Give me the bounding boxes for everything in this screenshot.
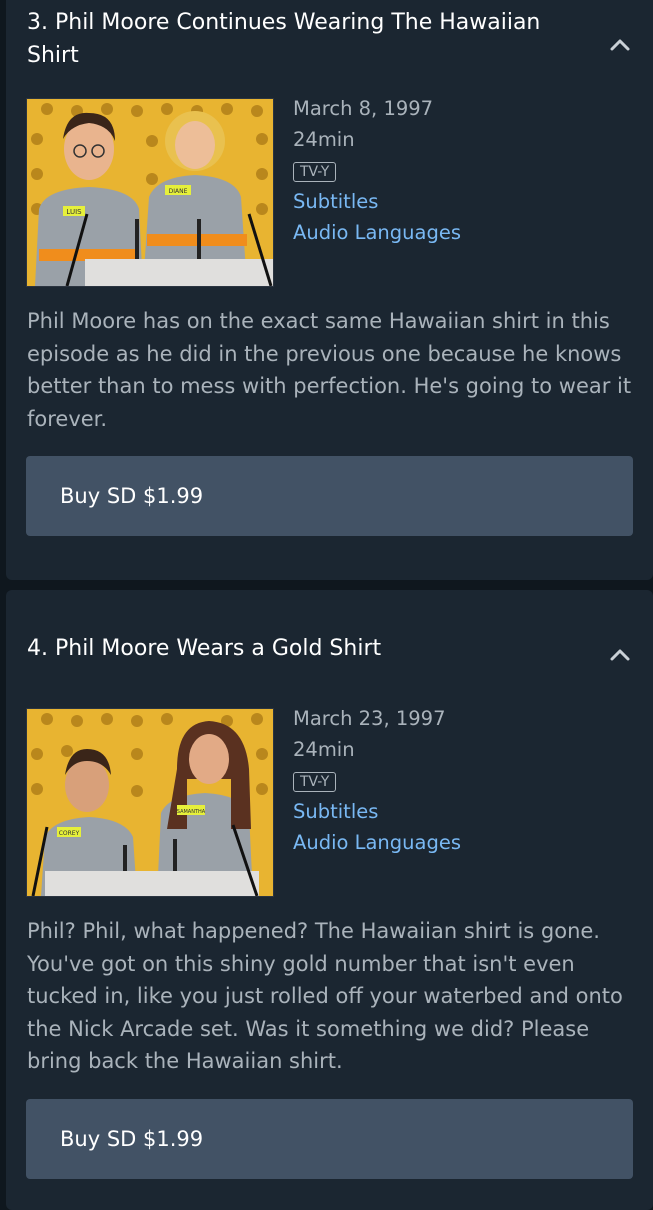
episode-description: Phil? Phil, what happened? The Hawaiian … xyxy=(27,919,623,1073)
episode-title: 3. Phil Moore Continues Wearing The Hawa… xyxy=(27,10,541,68)
rating-badge: TV-Y xyxy=(293,771,337,792)
audio-languages-link[interactable]: Audio Languages xyxy=(293,217,461,248)
episode-description: Phil Moore has on the exact same Hawaiia… xyxy=(27,309,632,431)
duration: 24min xyxy=(293,738,355,761)
rating-badge: TV-Y xyxy=(293,161,337,182)
subtitles-link[interactable]: Subtitles xyxy=(293,186,461,217)
episode-title: 4. Phil Moore Wears a Gold Shirt xyxy=(27,636,382,661)
episode-meta: March 23, 1997 24min TV-Y Subtitles Audi… xyxy=(293,703,461,858)
subtitles-link[interactable]: Subtitles xyxy=(293,796,461,827)
duration: 24min xyxy=(293,128,355,151)
air-date: March 23, 1997 xyxy=(293,707,446,730)
episode-thumbnail[interactable]: LUIS DIANE xyxy=(26,98,274,287)
episode-card: 3. Phil Moore Continues Wearing The Hawa… xyxy=(6,0,653,580)
name-tag-text: SAMANTHA xyxy=(177,809,206,815)
name-tag-text: DIANE xyxy=(169,188,188,195)
name-tag-text: LUIS xyxy=(66,208,82,216)
chevron-up-icon[interactable] xyxy=(609,644,631,666)
audio-languages-link[interactable]: Audio Languages xyxy=(293,827,461,858)
episode-thumbnail[interactable]: COREY SAMANTHA xyxy=(26,708,274,897)
name-tag-text: COREY xyxy=(59,830,80,837)
chevron-up-icon[interactable] xyxy=(609,34,631,56)
episode-card: 4. Phil Moore Wears a Gold Shirt COREY S… xyxy=(6,590,653,1210)
air-date: March 8, 1997 xyxy=(293,97,434,120)
buy-sd-button[interactable]: Buy SD $1.99 xyxy=(26,1099,633,1179)
buy-sd-button[interactable]: Buy SD $1.99 xyxy=(26,456,633,536)
episode-meta: March 8, 1997 24min TV-Y Subtitles Audio… xyxy=(293,93,461,248)
